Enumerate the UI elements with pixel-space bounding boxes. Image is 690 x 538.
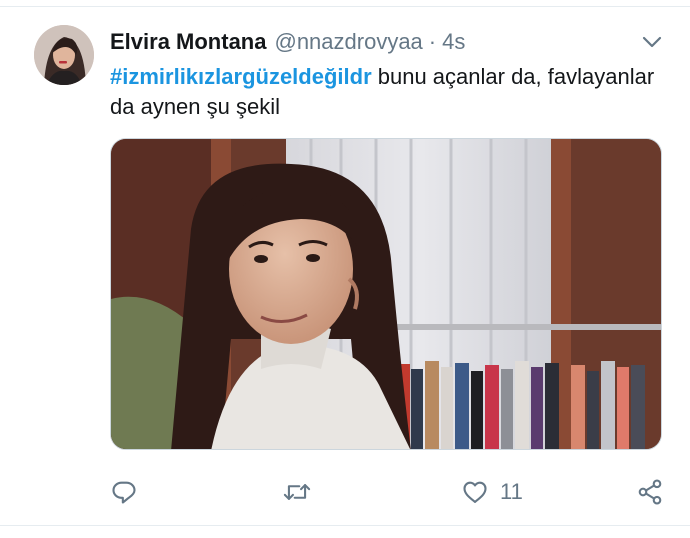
divider (0, 525, 690, 526)
like-count: 11 (500, 479, 523, 504)
author-name[interactable]: Elvira Montana (110, 29, 266, 55)
hashtag-link[interactable]: #izmirlikızlargüzeldeğildr (110, 64, 372, 89)
share-icon (636, 478, 664, 506)
tweet-text: #izmirlikızlargüzeldeğildr bunu açanlar … (110, 62, 670, 122)
reply-icon (110, 478, 138, 506)
tweet-actions: 11 (110, 474, 670, 510)
tweet-header: Elvira Montana @nnazdrovyaa · 4s (110, 28, 465, 56)
divider (0, 6, 690, 7)
avatar-image (34, 25, 94, 85)
retweet-button[interactable] (282, 474, 312, 510)
separator-dot: · (428, 29, 437, 54)
retweet-icon (282, 478, 312, 506)
tweet-media-image[interactable] (110, 138, 662, 450)
author-handle[interactable]: @nnazdrovyaa (274, 29, 422, 55)
chevron-down-icon[interactable] (640, 32, 664, 52)
tweet-card[interactable]: Elvira Montana @nnazdrovyaa · 4s #izmirl… (0, 0, 690, 538)
tweet-timestamp[interactable]: 4s (442, 29, 465, 55)
share-button[interactable] (636, 474, 664, 510)
reply-button[interactable] (110, 474, 138, 510)
like-button[interactable]: 11 (460, 474, 523, 510)
heart-icon (460, 478, 490, 506)
avatar[interactable] (34, 25, 94, 85)
